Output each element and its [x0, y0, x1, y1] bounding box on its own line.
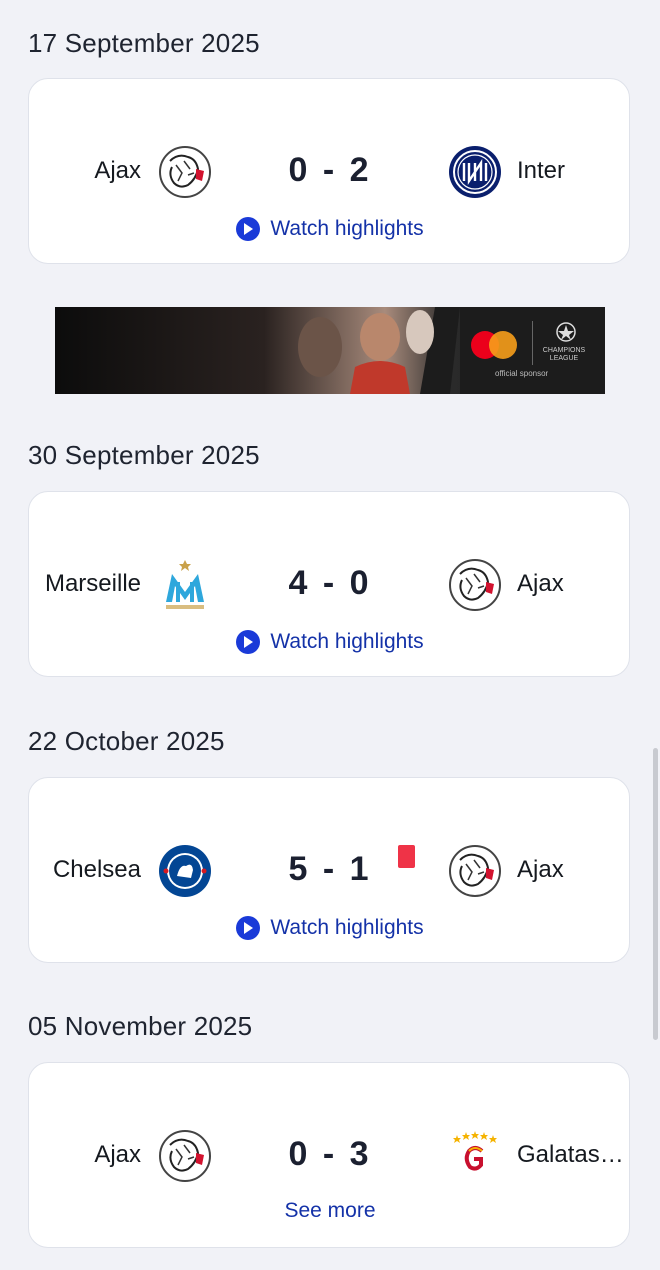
inter-crest-icon: [449, 146, 501, 198]
ajax-crest-icon: [449, 845, 501, 897]
red-card-icon: [398, 845, 415, 868]
cta-label: Watch highlights: [270, 217, 424, 240]
match-card[interactable]: Chelsea 5 - 1 Ajax Watch highlights: [28, 777, 630, 963]
match-card[interactable]: Marseille 4 - 0 Ajax Watch highlights: [28, 491, 630, 677]
watch-highlights-link[interactable]: Watch highlights: [29, 630, 631, 654]
away-team-name: Ajax: [517, 570, 564, 597]
ajax-crest-icon: [449, 559, 501, 611]
cta-label: Watch highlights: [270, 916, 424, 939]
match-date: 17 September 2025: [28, 28, 260, 58]
sponsor-banner[interactable]: CHAMPIONS LEAGUE official sponsor: [55, 307, 605, 394]
away-team-name: Ajax: [517, 856, 564, 883]
galatasaray-crest-icon: [453, 1131, 497, 1171]
cta-label: See more: [284, 1199, 376, 1222]
champions-league-star-icon: [556, 322, 576, 342]
sponsor-tagline: official sponsor: [495, 369, 549, 378]
match-date: 22 October 2025: [28, 726, 225, 756]
mastercard-logo: [471, 331, 517, 359]
away-team-name: Galatas…: [517, 1141, 624, 1168]
play-icon: [236, 217, 261, 241]
cta-label: Watch highlights: [270, 630, 424, 653]
match-date: 05 November 2025: [28, 1011, 253, 1041]
away-team-name: Inter: [517, 157, 566, 184]
match-card[interactable]: Ajax 0 - 3 Galatas… See more: [28, 1062, 630, 1248]
champions-league-text: CHAMPIONS LEAGUE: [542, 347, 586, 362]
banner-divider: [532, 321, 533, 365]
see-more-link[interactable]: See more: [29, 1199, 631, 1223]
watch-highlights-link[interactable]: Watch highlights: [29, 916, 631, 940]
scrollbar[interactable]: [653, 748, 658, 1040]
watch-highlights-link[interactable]: Watch highlights: [29, 217, 631, 241]
match-card[interactable]: Ajax 0 - 2 Inter Watch highlights: [28, 78, 630, 264]
match-date: 30 September 2025: [28, 440, 260, 470]
play-icon: [236, 630, 261, 654]
play-icon: [236, 916, 261, 940]
